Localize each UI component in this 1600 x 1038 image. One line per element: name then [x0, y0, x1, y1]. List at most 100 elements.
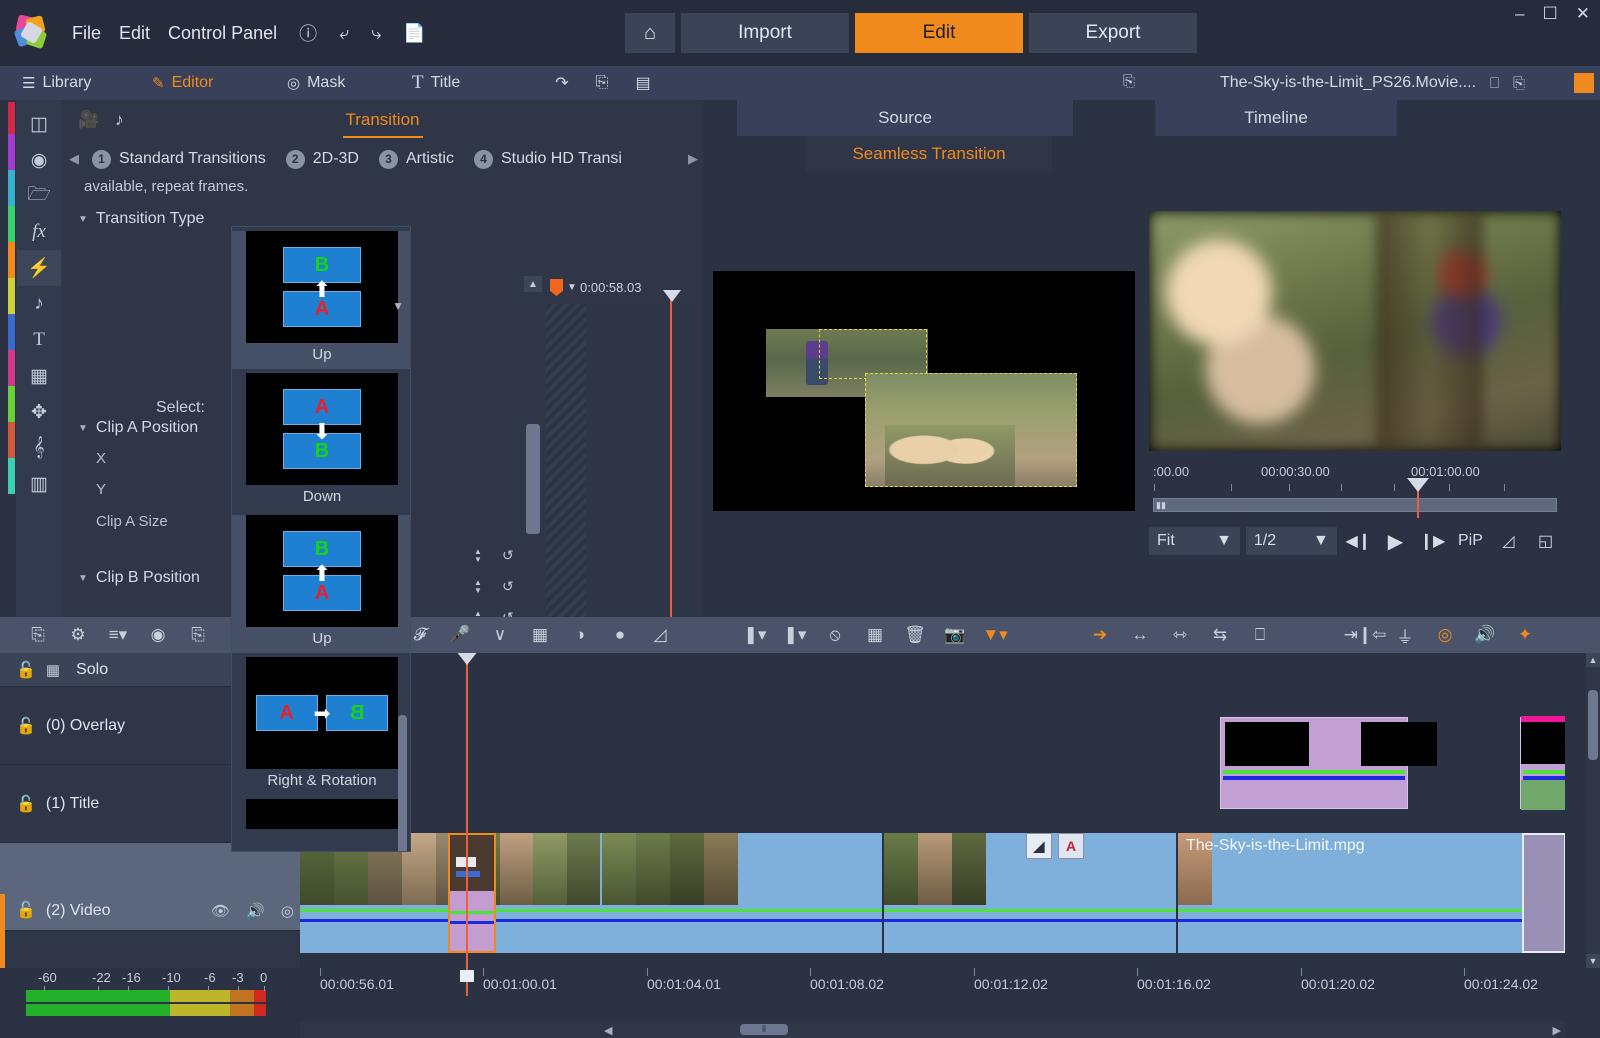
keyframe-marker-icon[interactable]	[550, 279, 563, 296]
transition-option-right-rotation[interactable]: A ➡ B Right & Rotation	[232, 657, 410, 795]
magic-wand-icon[interactable]: ✦	[1505, 617, 1545, 653]
transitions-lightning-icon[interactable]: ⚡	[17, 250, 61, 286]
trim-both-icon[interactable]: ↔	[1120, 617, 1160, 653]
undo-icon[interactable]: ⤶	[339, 23, 349, 44]
title-text-icon[interactable]: T	[17, 322, 61, 358]
eye-icon[interactable]: 👁	[211, 902, 230, 920]
music-note-icon[interactable]: ♪	[17, 286, 61, 322]
pip-button[interactable]: PiP	[1454, 532, 1487, 550]
section-clip-a-position[interactable]: ▼ Clip A Position	[62, 413, 198, 443]
speed-select[interactable]: 1/2 ▼	[1245, 527, 1337, 555]
overlay-icon[interactable]: ▦	[17, 358, 61, 394]
transition-option-down[interactable]: A B ⬇ Down	[232, 373, 410, 511]
selected-transition-clip[interactable]	[448, 833, 496, 953]
chevron-down-icon[interactable]: ▼	[567, 282, 577, 293]
timeline-scroll-down-icon[interactable]: ▼	[1586, 954, 1600, 968]
import-button[interactable]: Import	[681, 13, 849, 53]
fullscreen-icon[interactable]: ⎕	[1490, 75, 1499, 92]
preview-scrubber[interactable]: :00.00 00:00:30.00 00:01:00.00 ▮▮	[1149, 464, 1561, 524]
menu-control-panel[interactable]: Control Panel	[168, 23, 277, 44]
category-artistic[interactable]: 3 Artistic	[378, 149, 454, 169]
ruler-playhead-marker[interactable]	[460, 970, 474, 982]
category-studio-hd[interactable]: 4 Studio HD Transi	[473, 149, 622, 169]
prop-clip-a-size[interactable]: Clip A Size	[62, 506, 168, 537]
tab-title[interactable]: T Title	[412, 66, 542, 100]
video-clip-2[interactable]	[500, 833, 600, 953]
piano-keys-icon[interactable]: ▥	[17, 466, 61, 502]
minimize-icon[interactable]: –	[1515, 4, 1524, 24]
keyframe-scroll-up-icon[interactable]: ▲	[524, 276, 542, 292]
smart-edit-icon[interactable]: ⎕	[1240, 617, 1280, 653]
category-next-icon[interactable]: ▶	[685, 140, 701, 178]
keyframe-playhead-handle[interactable]	[663, 290, 681, 302]
scrubber-playhead-handle[interactable]	[1407, 478, 1429, 492]
title-track[interactable]	[300, 687, 1565, 815]
timeline-preview-canvas[interactable]	[1149, 211, 1561, 451]
document-icon[interactable]: 📄	[403, 23, 425, 44]
timeline-playhead[interactable]	[466, 653, 468, 968]
transition-type-dropdown[interactable]: ▼ B A ⬆ Up A B ⬇ Down B A ⬆ Up A ➡ B Rig…	[231, 226, 411, 852]
crop-icon[interactable]: ▦	[855, 617, 895, 653]
prop-clip-a-x[interactable]: X	[62, 443, 106, 474]
transition-marker-corner[interactable]: ◢	[1026, 833, 1052, 859]
timeline-playhead-handle[interactable]	[456, 653, 478, 665]
prev-frame-icon[interactable]: ◀❙	[1343, 527, 1374, 555]
popout-icon[interactable]: ⎘	[178, 617, 218, 653]
title-clip[interactable]	[1220, 717, 1437, 809]
hscroll-thumb[interactable]: ⦀	[740, 1024, 788, 1035]
tab-timeline[interactable]: Timeline	[1155, 100, 1397, 136]
timeline-scroll-up-icon[interactable]: ▲	[1586, 653, 1600, 667]
disc-icon[interactable]: ◉	[138, 617, 178, 653]
treble-clef-icon[interactable]: 𝄞	[17, 430, 61, 466]
menu-file[interactable]: File	[72, 23, 101, 44]
video-clip-3[interactable]	[602, 833, 882, 953]
folders-icon[interactable]: 🗁	[17, 178, 61, 214]
overlay-bubbles-icon[interactable]: ●	[600, 617, 640, 653]
voiceover-mic-icon[interactable]: 🎤	[440, 617, 480, 653]
selection-box-a[interactable]	[819, 329, 927, 379]
category-2d-3d[interactable]: 2 2D-3D	[285, 149, 359, 169]
slide-tool-icon[interactable]: ⇆	[1200, 617, 1240, 653]
chroma-key-icon[interactable]: ◿	[640, 617, 680, 653]
transition-option-up-1[interactable]: B A ⬆ Up	[232, 231, 410, 369]
pointer-tool-icon[interactable]: ➔	[1080, 617, 1120, 653]
tab-editor[interactable]: ✎ Editor	[152, 66, 287, 100]
popout-icon[interactable]: ⎘	[1123, 73, 1135, 90]
lock-icon[interactable]: 🔓	[16, 900, 36, 920]
timeline-settings-icon[interactable]: ⎘	[18, 617, 58, 653]
transition-option-partial[interactable]	[232, 799, 410, 829]
maximize-icon[interactable]: ☐	[1543, 4, 1558, 24]
keyframe-scrollbar-thumb[interactable]	[526, 424, 540, 534]
popout-icon[interactable]: ⎘	[582, 66, 622, 100]
transition-ramp-icon[interactable]: ⏚	[1385, 617, 1425, 653]
scrubber-bar[interactable]	[1153, 498, 1557, 512]
selection-box-b[interactable]	[865, 373, 1077, 487]
category-standard-transitions[interactable]: 1 Standard Transitions	[92, 149, 266, 169]
timeline-clip-area[interactable]: The-Sky-is-the-Limit.mpg ◢ A	[300, 653, 1565, 968]
home-button[interactable]: ⌂	[625, 13, 675, 53]
crop-icon[interactable]: ◿	[1493, 527, 1524, 555]
category-prev-icon[interactable]: ◀	[66, 140, 82, 178]
timeline-ruler[interactable]: 00:00:56.01 00:01:00.01 00:01:04.01 00:0…	[300, 968, 1565, 996]
menu-edit[interactable]: Edit	[119, 23, 150, 44]
magnet-snap-icon[interactable]: ◎	[1425, 617, 1465, 653]
export-button[interactable]: Export	[1029, 13, 1197, 53]
lock-icon[interactable]: 🔓	[16, 660, 36, 680]
tab-source[interactable]: Source	[737, 100, 1073, 136]
fx-icon[interactable]: fx	[17, 214, 61, 250]
add-track-icon[interactable]: ▦	[46, 661, 60, 679]
fullscreen-icon[interactable]: ◱	[1530, 527, 1561, 555]
split-view-icon[interactable]: ▤	[622, 66, 664, 100]
reset-y-icon[interactable]: ↺	[502, 578, 514, 595]
marker-flag-icon[interactable]: ▼▾	[975, 617, 1015, 653]
clear-marks-icon[interactable]: ⦸	[815, 617, 855, 653]
timeline-horizontal-scrollbar[interactable]: ◀ ⦀ ▶	[300, 1022, 1565, 1038]
film-reel-icon[interactable]: ◉	[17, 142, 61, 178]
gear-icon[interactable]: ⚙	[58, 617, 98, 653]
next-frame-icon[interactable]: ❙▶	[1417, 527, 1448, 555]
video-track[interactable]: The-Sky-is-the-Limit.mpg ◢ A	[300, 815, 1565, 968]
spinner-y[interactable]: ▲ ▼	[470, 578, 486, 595]
storyboard-grid-icon[interactable]: ▦	[520, 617, 560, 653]
spinner-x[interactable]: ▲ ▼	[470, 547, 486, 564]
prop-clip-a-y[interactable]: Y	[62, 474, 106, 505]
